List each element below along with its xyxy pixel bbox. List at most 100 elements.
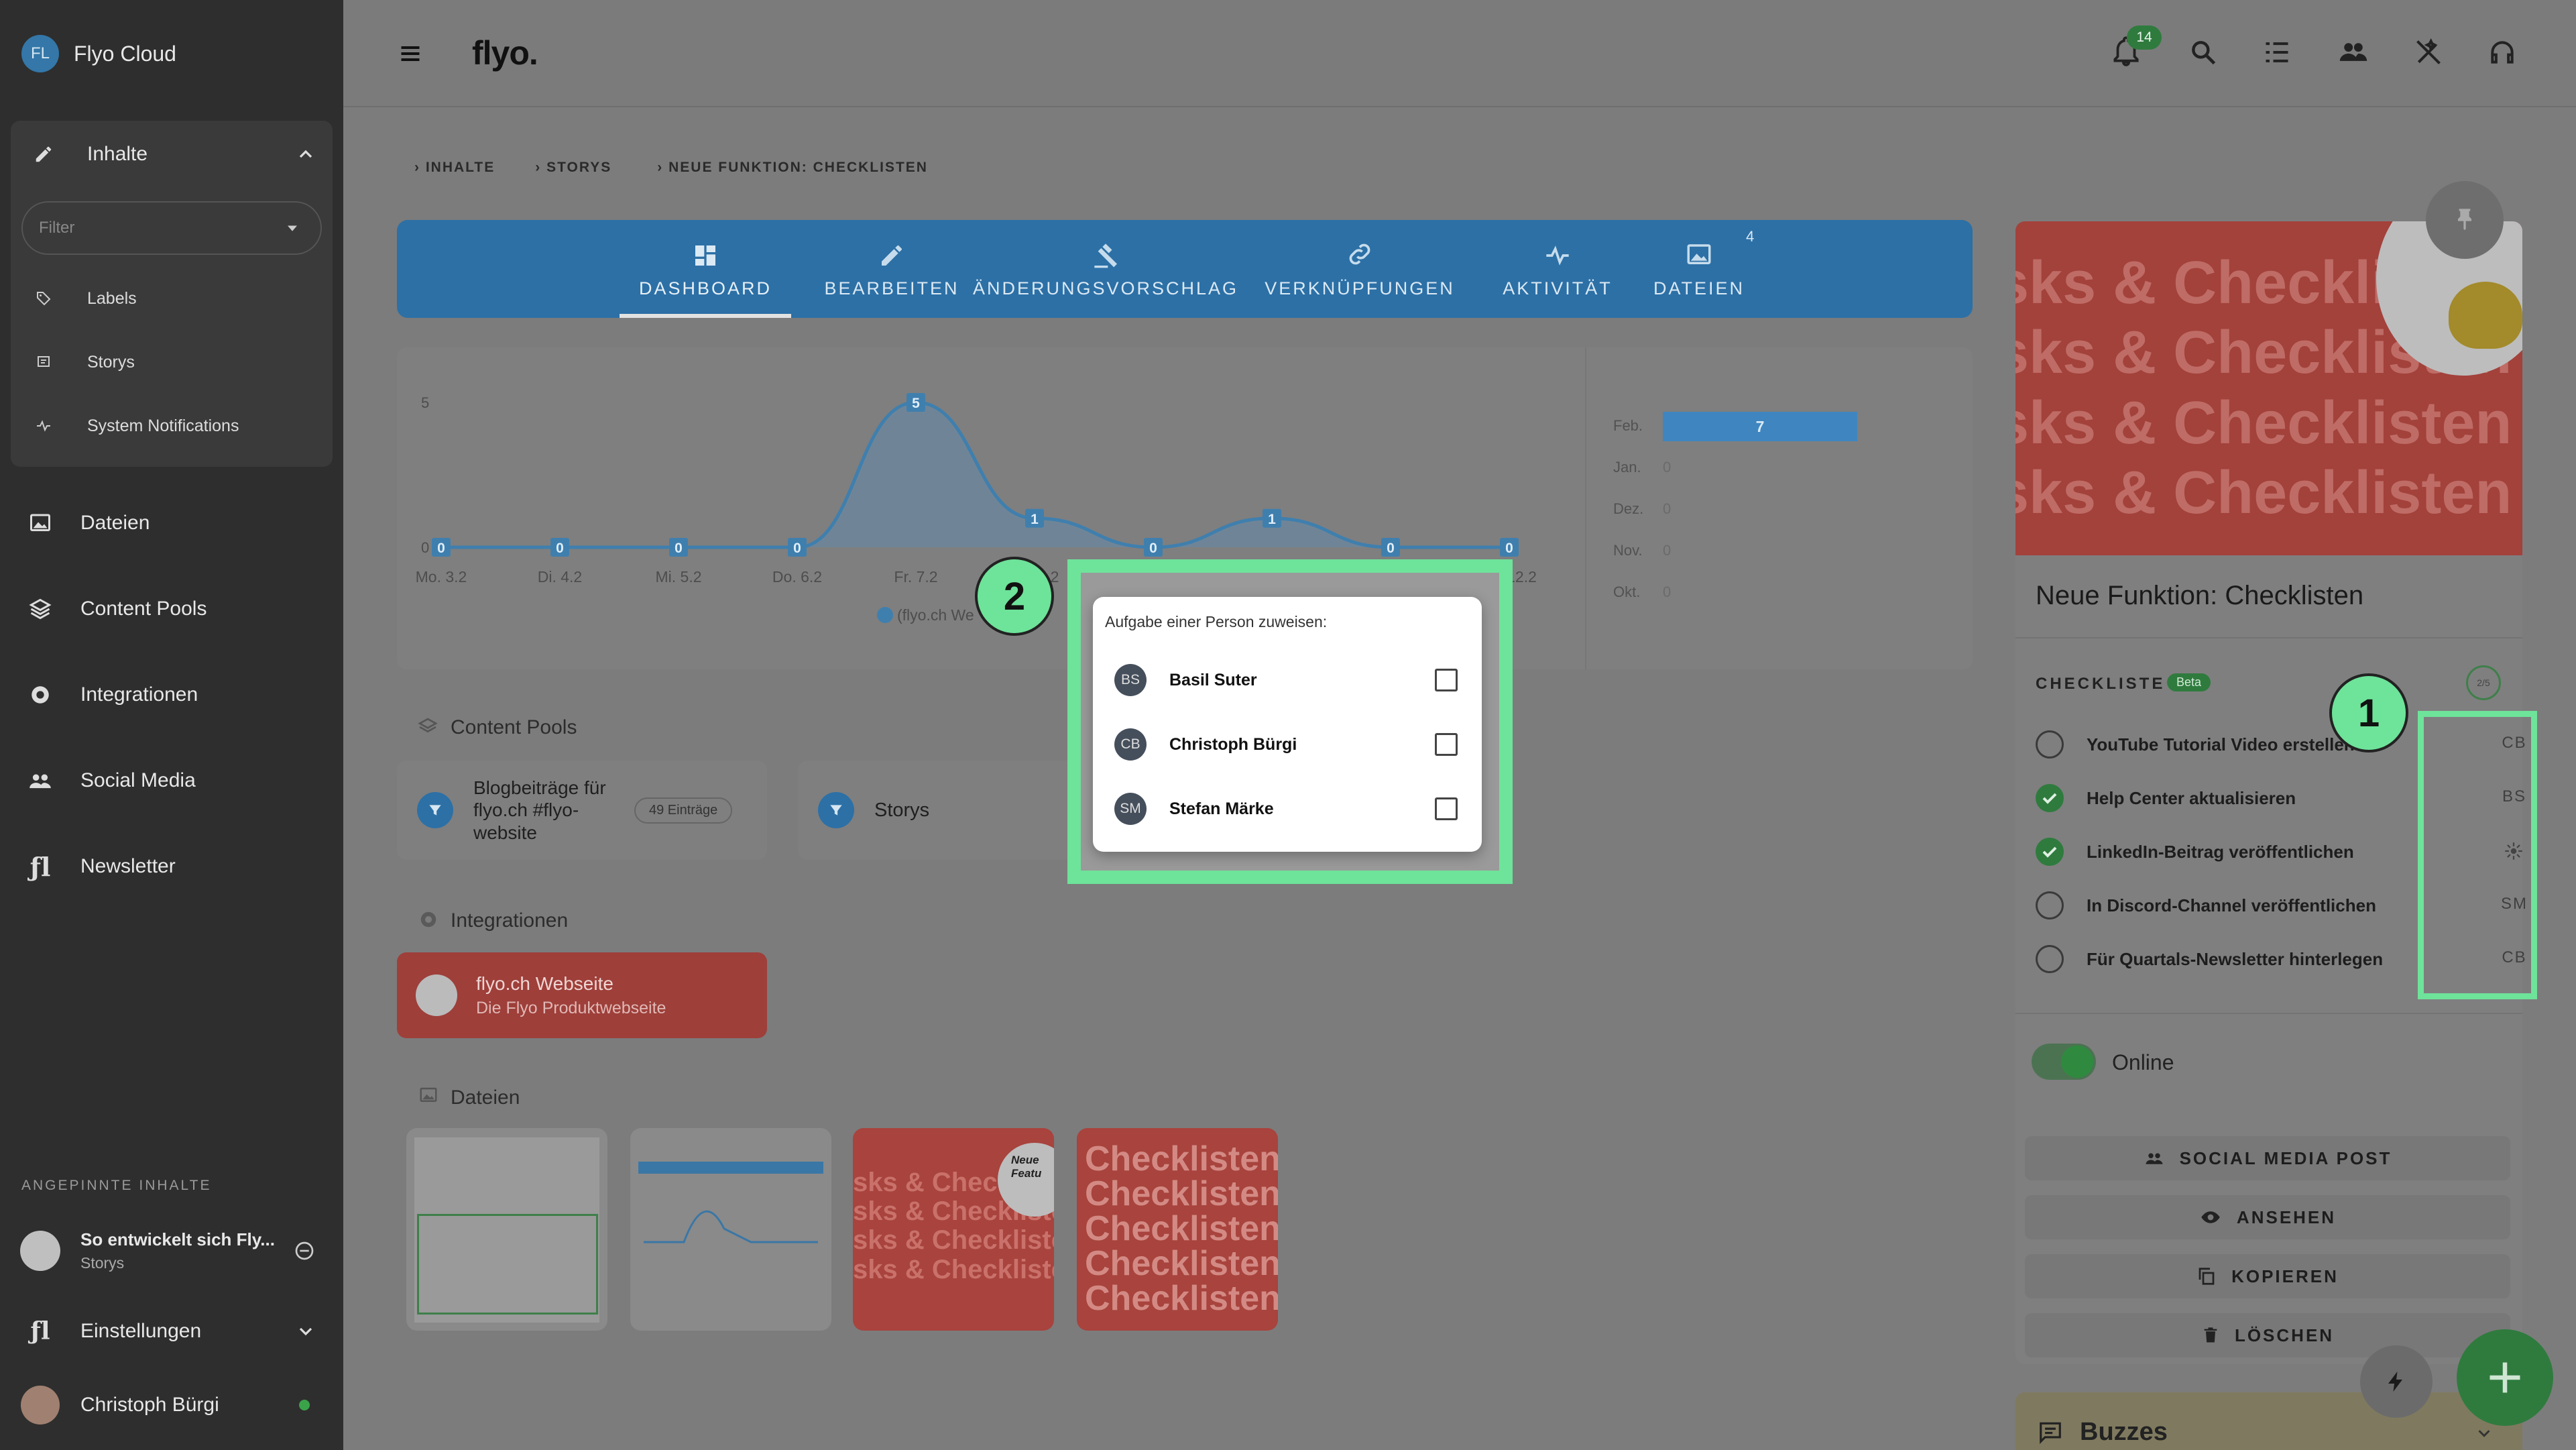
notifications-button[interactable]: 14 — [2109, 25, 2162, 73]
integration-icon — [420, 911, 436, 928]
checklist-item[interactable]: Für Quartals-Newsletter hinterlegen — [2015, 932, 2418, 986]
assign-person-icon[interactable] — [2502, 840, 2525, 862]
checklist-item[interactable]: Help Center aktualisieren — [2015, 771, 2418, 825]
data-label: 0 — [1149, 541, 1157, 556]
account-switcher[interactable]: FL Flyo Cloud — [0, 27, 343, 80]
sidebar-item-system-notifications[interactable]: System Notifications — [0, 402, 343, 449]
assignee-button[interactable]: SM — [2481, 895, 2548, 913]
checkbox-circle-checked[interactable] — [2036, 784, 2064, 812]
person-option[interactable]: BS Basil Suter — [1093, 648, 1482, 712]
checkbox-circle[interactable] — [2036, 891, 2064, 919]
x-tick-label: Mi. 5.2 — [655, 568, 701, 585]
sidebar-item-newsletter[interactable]: ƒl Newsletter — [0, 840, 343, 893]
data-point[interactable]: 1 — [1263, 508, 1281, 528]
checkbox-circle-checked[interactable] — [2036, 838, 2064, 866]
data-point[interactable]: 0 — [1144, 538, 1163, 557]
ansehen-button[interactable]: ANSEHEN — [2025, 1195, 2510, 1239]
assignee-button[interactable]: CB — [2481, 948, 2548, 967]
pencil-icon — [882, 245, 902, 266]
muscle-emoji — [2449, 282, 2522, 349]
sidebar-item-labels[interactable]: Labels — [0, 275, 343, 322]
thumb-text: sks & Checklisten — [853, 1225, 1054, 1256]
content-pool-card[interactable]: Blogbeiträge für flyo.ch #flyo-website 4… — [397, 761, 767, 860]
data-point[interactable]: 0 — [1381, 538, 1400, 557]
sidebar-item-dateien[interactable]: Dateien — [0, 496, 343, 550]
tab-badge: 4 — [1746, 228, 1755, 245]
headset-icon[interactable] — [2487, 38, 2517, 67]
sidebar-item-content-pools[interactable]: Content Pools — [0, 582, 343, 636]
sidebar-item-storys[interactable]: Storys — [0, 339, 343, 386]
add-button[interactable] — [2457, 1329, 2553, 1426]
panel-title: Neue Funktion: Checklisten — [2036, 581, 2364, 610]
person-checkbox[interactable] — [1435, 797, 1458, 820]
sidebar-item-integrationen[interactable]: Integrationen — [0, 668, 343, 722]
person-checkbox[interactable] — [1435, 669, 1458, 691]
eye-icon — [2201, 1211, 2220, 1223]
sidebar-item-social-media[interactable]: Social Media — [0, 754, 343, 807]
data-point[interactable]: 1 — [1025, 508, 1044, 528]
content-pool-name: Storys — [874, 799, 930, 821]
file-thumbnail[interactable]: sks & Checklisten sks & Checklisten sks … — [853, 1128, 1054, 1331]
checklist-item-text: In Discord-Channel veröffentlichen — [2087, 895, 2376, 915]
tab-verknuepfungen[interactable]: VERKNÜPFUNGEN — [1252, 220, 1467, 318]
tab-aenderungsvorschlag[interactable]: ÄNDERUNGSVORSCHLAG — [973, 220, 1236, 318]
breadcrumb-item[interactable]: › NEUE FUNKTION: CHECKLISTEN — [657, 160, 928, 176]
dashboard-icon — [695, 245, 715, 266]
social-media-post-button[interactable]: SOCIAL MEDIA POST — [2025, 1136, 2510, 1180]
quick-action-button[interactable] — [2360, 1345, 2433, 1418]
inhalte-toggle[interactable]: Inhalte — [0, 127, 343, 181]
person-option[interactable]: CB Christoph Bürgi — [1093, 712, 1482, 777]
online-toggle[interactable] — [2032, 1044, 2096, 1080]
breadcrumb-item[interactable]: › INHALTE — [414, 160, 495, 176]
person-option[interactable]: SM Stefan Märke — [1093, 777, 1482, 841]
integration-card[interactable]: flyo.ch Webseite Die Flyo Produktwebseit… — [397, 952, 767, 1038]
no-magic-icon[interactable] — [2414, 38, 2443, 67]
data-point[interactable]: 0 — [788, 538, 807, 557]
data-point[interactable]: 0 — [432, 538, 451, 557]
tab-bearbeiten[interactable]: BEARBEITEN — [805, 220, 979, 318]
search-icon[interactable] — [2188, 38, 2218, 67]
thumb-text: Checklisten Checklisten Checklisten Checkli… — [1085, 1139, 1278, 1318]
kopieren-button[interactable]: KOPIEREN — [2025, 1254, 2510, 1298]
checkbox-circle[interactable] — [2036, 945, 2064, 973]
assignee-button[interactable]: CB — [2481, 734, 2548, 752]
bar-value-label: 0 — [1663, 583, 1672, 600]
assignee-button[interactable]: BS — [2481, 787, 2548, 806]
pin-button[interactable] — [2426, 181, 2504, 259]
checklist-icon[interactable] — [2262, 38, 2292, 67]
file-thumbnail[interactable]: Checklisten Checklisten Checklisten Checkli… — [1077, 1128, 1278, 1331]
loeschen-button[interactable]: LÖSCHEN — [2025, 1313, 2510, 1357]
tab-label: BEARBEITEN — [824, 278, 959, 298]
files-heading: Dateien — [451, 1086, 520, 1109]
unpin-icon[interactable] — [294, 1240, 315, 1262]
bar[interactable]: 7 — [1663, 412, 1857, 441]
buzzes-panel[interactable]: Buzzes — [2015, 1392, 2522, 1450]
account-avatar: FL — [21, 35, 59, 72]
sidebar-item-einstellungen[interactable]: ƒl Einstellungen — [0, 1304, 343, 1358]
breadcrumb-item[interactable]: › STORYS — [535, 160, 611, 176]
bar-value-label: 0 — [1663, 459, 1672, 476]
legend-label: (flyo.ch We — [897, 606, 974, 624]
file-thumbnail[interactable] — [406, 1128, 607, 1331]
data-point[interactable]: 0 — [1500, 538, 1519, 557]
people-icon[interactable] — [2337, 38, 2369, 67]
tab-dateien[interactable]: DATEIEN 4 — [1631, 220, 1767, 318]
file-thumbnail[interactable] — [630, 1128, 831, 1331]
tab-dashboard[interactable]: DASHBOARD — [620, 220, 791, 318]
data-label: 1 — [1268, 512, 1276, 527]
integration-description: Die Flyo Produktwebseite — [476, 998, 666, 1017]
tab-aktivitaet[interactable]: AKTIVITÄT — [1483, 220, 1632, 318]
data-point[interactable]: 5 — [906, 393, 925, 412]
data-point[interactable]: 0 — [669, 538, 688, 557]
filter-select[interactable]: Filter — [21, 201, 322, 255]
user-profile[interactable]: Christoph Bürgi — [0, 1378, 343, 1432]
checklist-item[interactable]: In Discord-Channel veröffentlichen — [2015, 879, 2418, 932]
checkbox-circle[interactable] — [2036, 730, 2064, 759]
menu-icon[interactable] — [397, 42, 424, 66]
inhalte-label: Inhalte — [87, 143, 148, 165]
data-point[interactable]: 0 — [550, 538, 569, 557]
checklist-item[interactable]: LinkedIn-Beitrag veröffentlichen — [2015, 825, 2418, 879]
person-checkbox[interactable] — [1435, 733, 1458, 756]
pinned-item[interactable]: So entwickelt sich Fly... Storys — [0, 1221, 343, 1281]
pinned-subtitle: Storys — [80, 1254, 125, 1272]
